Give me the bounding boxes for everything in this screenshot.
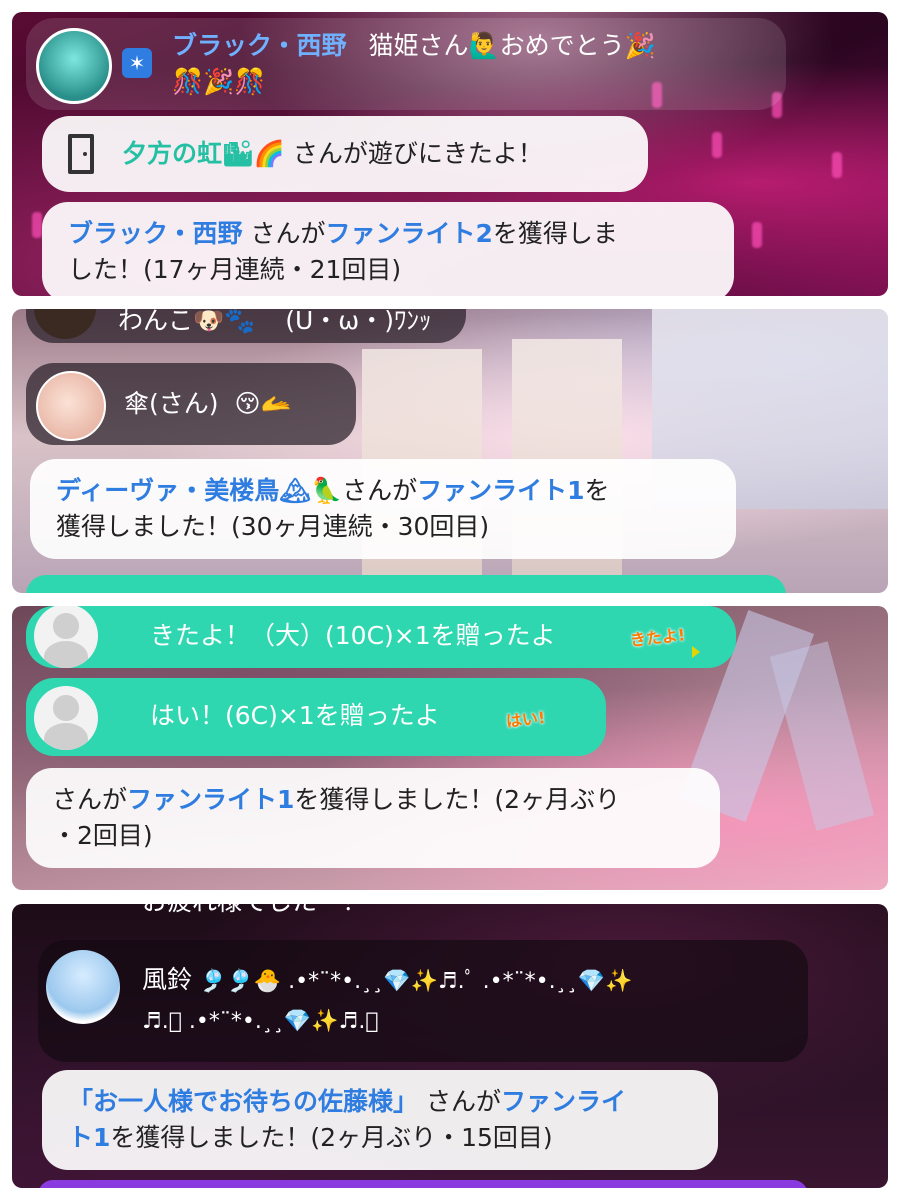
- next-message-edge: [26, 575, 786, 593]
- fanlight-text-line2: 獲得しました！(30ヶ月連続・30回目): [56, 512, 490, 541]
- visit-notice: 夕方の虹🏙🌈 さんが遊びにきたよ！: [42, 116, 648, 192]
- stage-deco: [769, 641, 875, 831]
- comment-emoji: 😚🫴: [234, 389, 292, 418]
- gift-message[interactable]: はい！(6C)×1を贈ったよ はい!: [26, 678, 606, 756]
- gift-text: きたよ！（大）(10C)×1を贈ったよ: [150, 621, 556, 650]
- fanlight-item: ファンライト1: [127, 785, 295, 814]
- fanlight-text-post: を獲得しま: [492, 219, 618, 248]
- comment-user-name[interactable]: 傘(さん): [124, 389, 219, 418]
- user-avatar[interactable]: [46, 950, 120, 1024]
- fanlight-notice: さんがファンライト1を獲得しました！(2ヶ月ぶり ・2回目): [26, 768, 720, 868]
- fanlight-user-name[interactable]: ブラック・西野: [68, 219, 243, 248]
- fanlight-text-post: を: [584, 476, 610, 505]
- gift-message[interactable]: きたよ！（大）(10C)×1を贈ったよ きたよ!: [26, 606, 736, 668]
- fanlight-notice: ディーヴァ・美楼鳥🏔🦜さんがファンライト1を 獲得しました！(30ヶ月連続・30…: [30, 459, 736, 559]
- fanlight-item: ファンライト1: [417, 476, 585, 505]
- chat-panel-3: きたよ！（大）(10C)×1を贈ったよ きたよ! はい！(6C)×1を贈ったよ …: [12, 606, 888, 890]
- fanlight-item-cont: ト1: [68, 1123, 111, 1152]
- chat-panel-1: ✶ ブラック・西野 猫姫さん🙋‍♂️おめでとう🎉 🎊🎉🎊 夕方の虹🏙🌈 さんが遊…: [12, 12, 888, 296]
- fanlight-text-line2: ・2回目): [52, 821, 153, 850]
- default-avatar-icon[interactable]: [34, 686, 98, 750]
- chat-panel-2: わんこ🐶🐾 (U・ω・)ﾜﾝｯ 傘(さん) 😚🫴 ディーヴァ・美楼鳥🏔🦜さんがフ…: [12, 309, 888, 593]
- visit-text: さんが遊びにきたよ！: [284, 139, 543, 168]
- fanlight-text: さんが: [342, 476, 418, 505]
- glowstick-decor: [32, 212, 42, 238]
- snowflake-badge-icon: ✶: [122, 48, 152, 78]
- door-icon: [68, 134, 94, 174]
- user-avatar[interactable]: [34, 309, 96, 339]
- glowstick-decor: [832, 152, 842, 178]
- fanlight-item: ファンライ: [500, 1087, 626, 1116]
- visitor-name[interactable]: 夕方の虹🏙🌈: [122, 139, 285, 168]
- comment-text: 🎐🎐🐣 .•*¨*•.¸¸💎✨♬.ﾟ .•*¨*•.¸¸💎✨: [199, 969, 633, 994]
- glowstick-decor: [712, 132, 722, 158]
- chat-comment-partial[interactable]: わんこ🐶🐾 (U・ω・)ﾜﾝｯ: [26, 309, 466, 343]
- fanlight-user-name[interactable]: 「お一人様でお待ちの佐藤様」: [68, 1087, 418, 1116]
- comment-user-name[interactable]: わんこ🐶🐾: [118, 309, 255, 335]
- fanlight-text: さんが: [52, 785, 128, 814]
- fanlight-text: さんが: [418, 1087, 501, 1116]
- fanlight-item: ファンライト2: [325, 219, 493, 248]
- comment-text: 猫姫さん🙋‍♂️おめでとう🎉: [368, 31, 656, 60]
- fanlight-text-line2: した！(17ヶ月連続・21回目): [68, 255, 402, 284]
- fanlight-user-name[interactable]: ディーヴァ・美楼鳥🏔🦜: [56, 476, 342, 505]
- chat-comment[interactable]: 傘(さん) 😚🫴: [26, 363, 356, 445]
- fanlight-notice: ブラック・西野 さんがファンライト2を獲得しま した！(17ヶ月連続・21回目): [42, 202, 734, 296]
- fanlight-text-post: を獲得しました！(2ヶ月ぶり・15回目): [110, 1123, 553, 1152]
- play-icon[interactable]: [692, 646, 700, 658]
- glowstick-decor: [752, 222, 762, 248]
- partial-comment-text: お疲れ様でした〜！: [142, 904, 367, 920]
- next-message-edge: [38, 1180, 808, 1188]
- user-avatar[interactable]: [36, 28, 112, 104]
- fanlight-text-post: を獲得しました！(2ヶ月ぶり: [294, 785, 621, 814]
- comment-text-line2: ♬.ﾟ .•*¨*•.¸¸💎✨♬.ﾟ: [142, 1009, 379, 1034]
- fanlight-text: さんが: [242, 219, 326, 248]
- gift-sticker: きたよ!: [629, 625, 687, 650]
- comment-user-name[interactable]: 風鈴: [142, 965, 192, 994]
- comment-user-name[interactable]: ブラック・西野: [172, 31, 347, 60]
- gift-sticker: はい!: [505, 708, 547, 732]
- gift-text: はい！(6C)×1を贈ったよ: [150, 701, 440, 730]
- comment-text-line2: 🎊🎉🎊: [172, 67, 266, 96]
- chat-comment[interactable]: ✶ ブラック・西野 猫姫さん🙋‍♂️おめでとう🎉 🎊🎉🎊: [26, 18, 786, 110]
- chat-comment[interactable]: 風鈴 🎐🎐🐣 .•*¨*•.¸¸💎✨♬.ﾟ .•*¨*•.¸¸💎✨ ♬.ﾟ .•…: [38, 940, 808, 1062]
- comment-text: (U・ω・)ﾜﾝｯ: [285, 309, 432, 335]
- default-avatar-icon[interactable]: [34, 606, 98, 668]
- user-avatar[interactable]: [36, 371, 106, 441]
- chat-panel-4: お疲れ様でした〜！ 風鈴 🎐🎐🐣 .•*¨*•.¸¸💎✨♬.ﾟ .•*¨*•.¸…: [12, 904, 888, 1188]
- fanlight-notice: 「お一人様でお待ちの佐藤様」 さんがファンライ ト1を獲得しました！(2ヶ月ぶり…: [42, 1070, 718, 1170]
